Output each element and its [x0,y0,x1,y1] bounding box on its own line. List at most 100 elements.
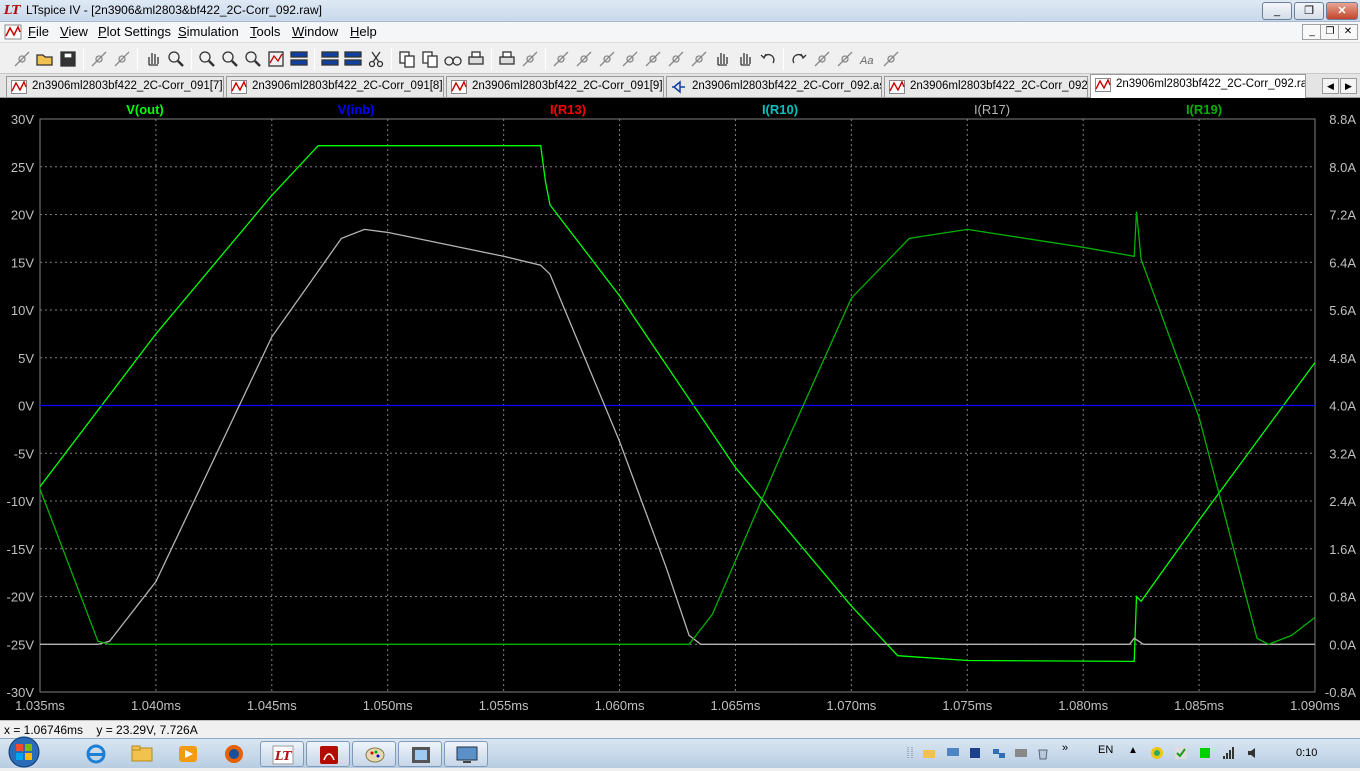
taskbar-paint[interactable] [352,741,396,767]
tray-expand-icon[interactable]: ▲ [1128,745,1138,756]
component-icon[interactable] [689,49,709,69]
taskbar-video-editor[interactable] [398,741,442,767]
taskbar-firefox[interactable] [212,741,256,767]
zoom-box-icon[interactable] [197,49,217,69]
save-icon[interactable] [58,49,78,69]
disk-icon[interactable] [968,746,982,760]
trace-ir17[interactable] [40,228,1315,645]
start-button-icon[interactable] [4,735,44,769]
menu-view[interactable]: View [60,24,88,39]
find-icon[interactable] [443,49,463,69]
cut-icon[interactable] [366,49,386,69]
mdi-restore-button[interactable]: ❐ [1320,24,1340,40]
y-left-tick-label: -5V [14,446,35,461]
legend-vinb[interactable]: V(inb) [338,102,375,117]
legend-ir13[interactable]: I(R13) [550,102,586,117]
spice-directive-icon[interactable] [881,49,901,69]
paste-icon[interactable] [420,49,440,69]
drive-icon[interactable] [1014,746,1028,760]
clock[interactable]: 0:10 [1296,747,1317,759]
legend-vout[interactable]: V(out) [126,102,164,117]
diode-icon[interactable] [666,49,686,69]
waveform-plot-pane[interactable]: 1.035ms 1.040ms 1.045ms 1.050ms 1.055ms 1.060… [0,98,1360,720]
rotate-icon[interactable] [812,49,832,69]
security-icon[interactable] [1150,746,1164,760]
legend-ir17[interactable]: I(R17) [974,102,1010,117]
run-icon[interactable] [112,49,132,69]
menu-tools[interactable]: Tools [250,24,280,39]
menu-window[interactable]: Window [292,24,338,39]
capacitor-icon[interactable] [620,49,640,69]
tab-scroll-left-button[interactable]: ◀ [1322,78,1339,94]
copy-icon[interactable] [397,49,417,69]
inductor-icon[interactable] [643,49,663,69]
new-schematic-icon[interactable] [12,49,32,69]
checkmark-icon[interactable] [1174,746,1188,760]
label-net-icon[interactable] [574,49,594,69]
print-icon[interactable] [497,49,517,69]
move-icon[interactable] [712,49,732,69]
text-icon[interactable]: Aa [858,49,878,69]
mdi-close-button[interactable]: ✕ [1338,24,1358,40]
resistor-icon[interactable] [597,49,617,69]
tab-092-fft[interactable]: 2n3906ml2803bf422_2C-Corr_092.fft [884,76,1088,97]
drag-icon[interactable] [735,49,755,69]
y-left-tick-label: -10V [7,494,35,509]
taskbar-media-player[interactable] [166,741,210,767]
tab-092-asc[interactable]: 2n3906ml2803bf422_2C-Corr_092.asc [666,76,882,97]
open-icon[interactable] [35,49,55,69]
zoom-in-icon[interactable] [166,49,186,69]
trace-ir19[interactable] [39,211,1316,646]
taskbar-remote-desktop[interactable] [444,741,488,767]
tab-091-9-fft[interactable]: 2n3906ml2803bf422_2C-Corr_091[9].fft [446,76,664,97]
trace-vout[interactable] [39,145,1316,663]
media-player-icon [179,746,197,762]
show-hidden-icons-icon[interactable]: » [1062,742,1068,754]
network-drive-icon[interactable] [946,746,960,760]
folder-tray-icon[interactable] [922,746,936,760]
taskbar-ltspice[interactable]: LT [260,741,304,767]
windows-taskbar: LT » EN ▲ 0:10 [0,735,1360,769]
volume-icon[interactable] [1246,746,1260,760]
y-right-tick-label: 3.2A [1329,446,1356,461]
tab-scroll-right-button[interactable]: ▶ [1340,78,1357,94]
taskbar-acrobat[interactable] [306,741,350,767]
recycle-icon[interactable] [1036,746,1050,760]
taskbar-ie[interactable] [74,741,118,767]
language-indicator[interactable]: EN [1098,744,1113,756]
taskbar-explorer[interactable] [120,741,164,767]
menu-plot-settings[interactable]: Plot Settings [98,24,171,39]
autorange-icon[interactable] [266,49,286,69]
waveform-document-icon[interactable] [4,24,22,40]
tab-092-raw[interactable]: 2n3906ml2803bf422_2C-Corr_092.raw [1090,74,1306,98]
legend-ir19[interactable]: I(R19) [1186,102,1222,117]
tab-091-8-fft[interactable]: 2n3906ml2803bf422_2C-Corr_091[8].fft [226,76,444,97]
undo-icon[interactable] [758,49,778,69]
zoom-out-icon[interactable] [220,49,240,69]
minimize-button[interactable]: _ [1262,2,1292,20]
tile-vertical-icon[interactable] [343,49,363,69]
network-icon[interactable] [992,746,1006,760]
menu-simulation[interactable]: Simulation [178,24,239,39]
legend-ir10[interactable]: I(R10) [762,102,798,117]
menu-file[interactable]: File [28,24,49,39]
schematic-icon [672,80,685,94]
waveform-chart[interactable]: 1.035ms 1.040ms 1.045ms 1.050ms 1.055ms 1.060… [0,98,1360,720]
close-button[interactable]: ✕ [1326,2,1358,20]
print-preview-icon[interactable] [466,49,486,69]
pan-hand-icon[interactable] [143,49,163,69]
mirror-icon[interactable] [835,49,855,69]
tile-horizontal-icon[interactable] [320,49,340,69]
ground-icon[interactable] [551,49,571,69]
maximize-button[interactable]: ❐ [1294,2,1324,20]
cascade-icon[interactable] [289,49,309,69]
mdi-minimize-button[interactable]: _ [1302,24,1322,40]
redo-icon[interactable] [789,49,809,69]
tab-091-7-fft[interactable]: 2n3906ml2803bf422_2C-Corr_091[7].fft [6,76,224,97]
green-status-icon[interactable] [1198,746,1212,760]
signal-icon[interactable] [1222,746,1236,760]
control-panel-icon[interactable] [89,49,109,69]
wire-icon[interactable] [520,49,540,69]
zoom-fit-icon[interactable] [243,49,263,69]
menu-help[interactable]: Help [350,24,377,39]
